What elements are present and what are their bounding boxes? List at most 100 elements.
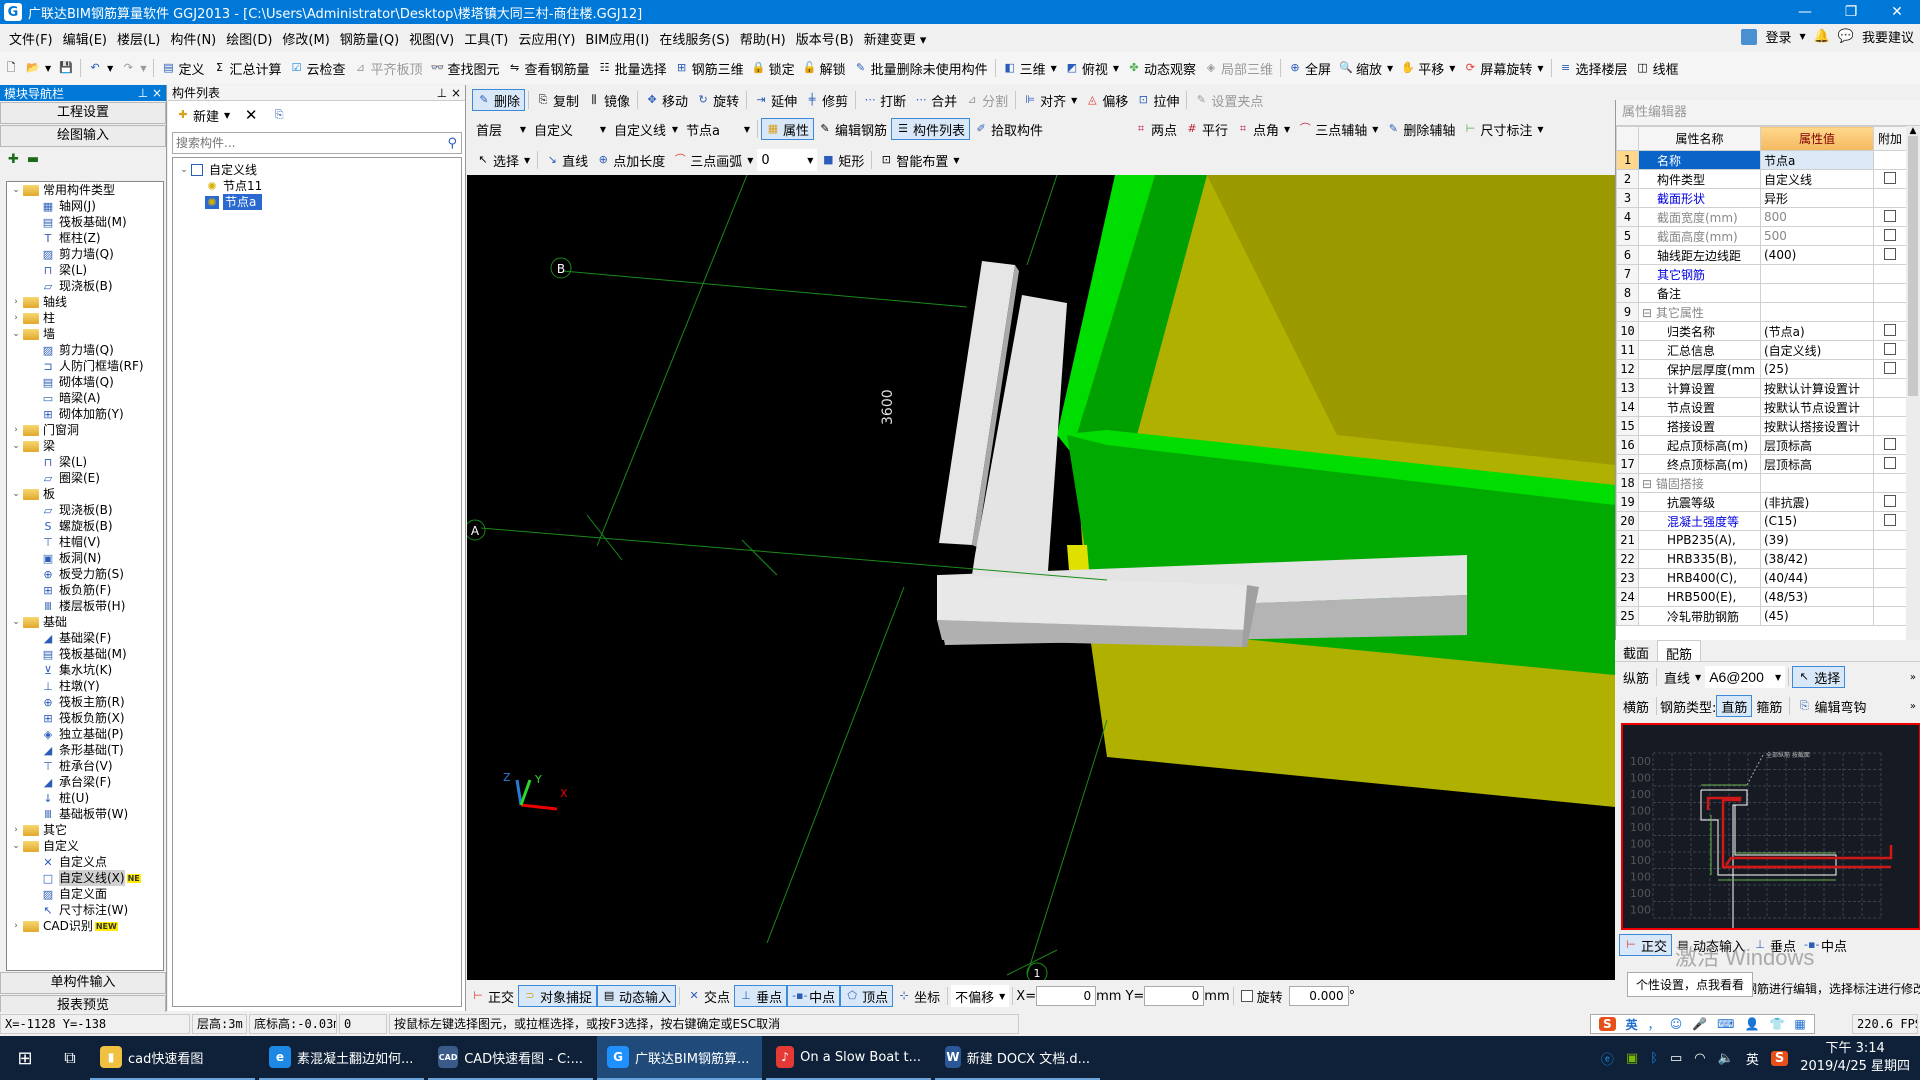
tree-item[interactable]: ▦ 轴网(J) [7,198,163,214]
menu-file[interactable]: 文件(F) [4,29,58,48]
arc-value-input[interactable]: 0 ▼ [757,149,818,171]
batch-select-button[interactable]: ☷ 批量选择 [594,57,671,79]
tree-item[interactable]: ↓ 桩(U) [7,790,163,806]
transverse-rebar-button[interactable]: 横筋 [1619,695,1653,717]
tree-folder[interactable]: ⌄ 墙 [7,326,163,342]
smart-layout-button[interactable]: ⊡ 智能布置 ▼ [875,149,963,171]
property-scrollbar[interactable]: ▲ [1906,126,1920,640]
fullscreen-button[interactable]: ⊕ 全屏 [1284,57,1335,79]
collapse-icon[interactable]: ⌄ [9,838,23,854]
component-select[interactable]: 节点a ▼ [682,118,754,140]
edit-rebar-button[interactable]: ✎ 编辑钢筋 [814,118,891,140]
property-row[interactable]: 5 截面高度(mm) 500 [1616,226,1907,246]
extra-checkbox[interactable] [1884,456,1896,469]
delete-axis-button[interactable]: ✎ 删除辅轴 [1382,118,1459,140]
property-row[interactable]: 3 截面形状 异形 [1616,188,1907,208]
taskbar-app[interactable]: CAD CAD快速看图 - C:... [428,1036,593,1080]
expand-icon[interactable]: › [9,918,23,934]
property-row[interactable]: 19 抗震等级 (非抗震) [1616,492,1907,512]
drawing-input-button[interactable]: 绘图输入 [0,125,166,147]
point-length-button[interactable]: ⊕ 点加长度 [592,149,669,171]
tree-item[interactable]: ✕ 自定义点 [7,854,163,870]
menu-rebar-quantity[interactable]: 钢筋量(Q) [335,29,404,48]
restore-button[interactable]: ❐ [1828,0,1874,24]
split-button[interactable]: ⊿ 分割 [961,89,1012,111]
define-button[interactable]: ▤ 定义 [157,57,208,79]
collapse-icon[interactable]: ⌄ [9,614,23,630]
pin-icon[interactable]: ⊥ [437,86,447,100]
property-row[interactable]: 4 截面宽度(mm) 800 [1616,207,1907,227]
login-button[interactable]: 登录 [1765,27,1791,46]
longitudinal-rebar-button[interactable]: 纵筋 [1619,666,1653,688]
expand-icon[interactable]: › [9,310,23,326]
tree-folder[interactable]: ⌄ 自定义 [7,838,163,854]
tree-item[interactable]: Ⅲ 基础板带(W) [7,806,163,822]
ime-lang[interactable]: 英 [1626,1016,1638,1033]
select-floor-button[interactable]: ≡ 选择楼层 [1555,57,1632,79]
menu-edit[interactable]: 编辑(E) [58,29,112,48]
coordinate-snap[interactable]: ⊹ 坐标 [893,985,944,1007]
tree-item[interactable]: ▱ 现浇板(B) [7,278,163,294]
flush-slab-top-button[interactable]: ⊿ 平齐板顶 [350,57,427,79]
property-row[interactable]: 9 ⊟ 其它属性 [1616,302,1907,322]
property-row[interactable]: 11 汇总信息 (自定义线) [1616,340,1907,360]
floor-select[interactable]: 首层 ▼ [472,118,530,140]
set-grip-button[interactable]: ✎ 设置夹点 [1190,89,1267,111]
pin-icon[interactable]: ⊥ [138,86,148,100]
group-collapse-icon[interactable]: ⊟ [1642,306,1656,320]
tree-item[interactable]: ⊻ 集水坑(K) [7,662,163,678]
tree-item[interactable]: ▨ 剪力墙(Q) [7,246,163,262]
tree-item[interactable]: ◢ 条形基础(T) [7,742,163,758]
ime-voice-icon[interactable]: 🎤 [1692,1017,1707,1031]
property-row[interactable]: 14 节点设置 按默认节点设置计 [1616,397,1907,417]
component-list-toggle[interactable]: ☰ 构件列表 [891,118,971,140]
extra-checkbox[interactable] [1884,323,1896,336]
tree-folder[interactable]: › 其它 [7,822,163,838]
orbit-button[interactable]: ✤ 动态观察 [1123,57,1200,79]
property-row[interactable]: 12 保护层厚度(mm (25) [1616,359,1907,379]
properties-button[interactable]: ▦ 属性 [761,118,815,140]
login-dropdown-icon[interactable]: ▼ [1799,32,1805,41]
tree-folder[interactable]: › CAD识别 NEW [7,918,163,934]
property-value[interactable]: (38/42) [1760,549,1874,569]
menu-view[interactable]: 视图(V) [404,29,459,48]
tree-item[interactable]: ▱ 现浇板(B) [7,502,163,518]
tree-item[interactable]: ▱ 圈梁(E) [7,470,163,486]
menu-help[interactable]: 帮助(H) [735,29,791,48]
undo-button[interactable]: ↶ ▼ [84,57,117,79]
save-button[interactable]: 💾 [55,57,77,79]
break-button[interactable]: ⋯ 打断 [859,89,910,111]
midpoint-snap[interactable]: -▪- 中点 [787,985,841,1007]
pick-component-button[interactable]: ✐ 拾取构件 [970,118,1047,140]
property-value[interactable]: 800 [1760,207,1874,227]
offset-mode-select[interactable]: 不偏移 ▼ [951,985,1010,1007]
collapse-icon[interactable]: ⌄ [9,326,23,342]
batch-delete-button[interactable]: ✎ 批量删除未使用构件 [850,57,992,79]
tree-folder[interactable]: › 柱 [7,310,163,326]
ime-skin-icon[interactable]: 👕 [1769,1017,1784,1031]
suggest-button[interactable]: 我要建议 [1862,27,1914,46]
property-row[interactable]: 10 归类名称 (节点a) [1616,321,1907,341]
overflow-icon[interactable]: » [1910,701,1920,712]
tree-item[interactable]: ⊕ 板受力筋(S) [7,566,163,582]
collapse-icon[interactable]: ⌄ [9,486,23,502]
extra-checkbox[interactable] [1884,228,1896,241]
local-3d-button[interactable]: ◈ 局部三维 [1200,57,1277,79]
property-value[interactable]: 500 [1760,226,1874,246]
extend-button[interactable]: ⇥ 延伸 [750,89,801,111]
tree-item[interactable]: ◈ 独立基础(P) [7,726,163,742]
group-collapse-icon[interactable]: ⊟ [1642,477,1656,491]
find-element-button[interactable]: 👓 查找图元 [427,57,504,79]
windows-start-icon[interactable]: ⊞ [0,1048,50,1069]
rebar-3d-button[interactable]: ⊞ 钢筋三维 [671,57,748,79]
expand-icon[interactable]: › [9,422,23,438]
tree-item[interactable]: ◢ 承台梁(F) [7,774,163,790]
tree-item[interactable]: ⊕ 筏板主筋(R) [7,694,163,710]
align-button[interactable]: ⊫ 对齐 ▼ [1019,89,1081,111]
property-row[interactable]: 8 备注 [1616,283,1907,303]
property-row[interactable]: 2 构件类型 自定义线 [1616,169,1907,189]
property-value[interactable] [1760,264,1874,284]
tab-reinforcement[interactable]: 配筋 [1657,640,1702,663]
tree-item[interactable]: ⊓ 梁(L) [7,262,163,278]
tree-item[interactable]: ⊞ 板负筋(F) [7,582,163,598]
